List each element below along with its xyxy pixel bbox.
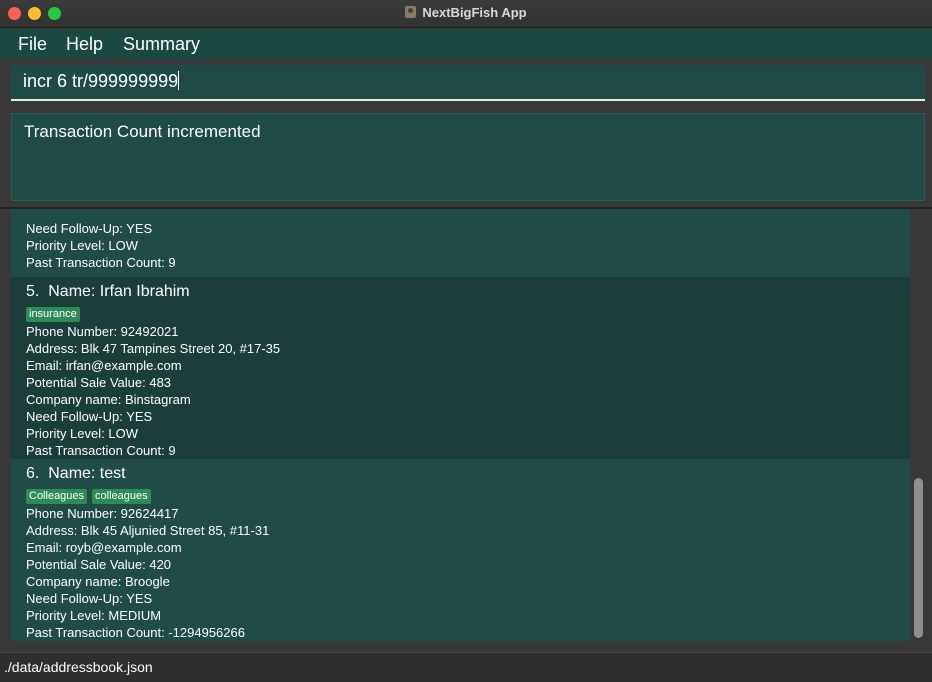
person-sale-value: Potential Sale Value: 483 bbox=[26, 375, 172, 390]
person-priority: Priority Level: MEDIUM bbox=[26, 608, 162, 623]
person-card[interactable]: 6. Name: test Colleagues colleagues Phone… bbox=[11, 459, 910, 641]
person-transaction-count: Past Transaction Count: 9 bbox=[26, 443, 176, 458]
person-tags: Colleagues colleagues bbox=[26, 487, 910, 505]
save-file-path: ./data/addressbook.json bbox=[4, 659, 153, 675]
person-sale-value: Potential Sale Value: 420 bbox=[26, 557, 172, 572]
person-tags: insurance bbox=[26, 305, 910, 323]
person-email: Email: irfan@example.com bbox=[26, 358, 182, 373]
person-index: 5. bbox=[26, 283, 40, 300]
person-company-partial bbox=[26, 209, 910, 220]
person-name: Name: test bbox=[48, 465, 126, 482]
person-follow-up: Need Follow-Up: YES bbox=[26, 221, 153, 236]
person-transaction-count: Past Transaction Count: -1294956266 bbox=[26, 625, 245, 640]
person-follow-up: Need Follow-Up: YES bbox=[26, 409, 153, 424]
scrollbar-thumb[interactable] bbox=[914, 478, 923, 638]
person-address: Address: Blk 45 Aljunied Street 85, #11-… bbox=[26, 523, 270, 538]
person-card[interactable]: Need Follow-Up: YES Priority Level: LOW … bbox=[11, 209, 910, 277]
status-bar: ./data/addressbook.json bbox=[0, 652, 932, 682]
person-phone: Phone Number: 92624417 bbox=[26, 506, 179, 521]
person-follow-up: Need Follow-Up: YES bbox=[26, 591, 153, 606]
window-title-container: NextBigFish App bbox=[0, 5, 932, 20]
window-title: NextBigFish App bbox=[422, 5, 527, 20]
person-address: Address: Blk 47 Tampines Street 20, #17-… bbox=[26, 341, 281, 356]
person-priority: Priority Level: LOW bbox=[26, 238, 138, 253]
person-name-row: 6. Name: test bbox=[26, 462, 910, 486]
person-list[interactable]: Need Follow-Up: YES Priority Level: LOW … bbox=[0, 209, 932, 652]
tag-badge: insurance bbox=[26, 307, 80, 322]
command-input-text: incr 6 tr/999999999 bbox=[23, 71, 179, 91]
title-bar: NextBigFish App bbox=[0, 0, 932, 28]
person-name: Name: Irfan Ibrahim bbox=[48, 283, 190, 300]
app-icon bbox=[405, 6, 417, 18]
menu-file[interactable]: File bbox=[18, 34, 47, 55]
person-index: 6. bbox=[26, 465, 40, 482]
person-phone: Phone Number: 92492021 bbox=[26, 324, 179, 339]
tag-badge: colleagues bbox=[92, 489, 151, 504]
person-priority: Priority Level: LOW bbox=[26, 426, 138, 441]
text-caret bbox=[178, 71, 180, 90]
person-company: Company name: Broogle bbox=[26, 574, 170, 589]
result-display: Transaction Count incremented bbox=[11, 113, 925, 201]
menu-help[interactable]: Help bbox=[66, 34, 103, 55]
command-input[interactable]: incr 6 tr/999999999 bbox=[11, 65, 925, 101]
tag-badge: Colleagues bbox=[26, 489, 88, 504]
person-email: Email: royb@example.com bbox=[26, 540, 182, 555]
menu-summary[interactable]: Summary bbox=[123, 34, 200, 55]
person-name-row: 5. Name: Irfan Ibrahim bbox=[26, 280, 910, 304]
result-area: Transaction Count incremented bbox=[0, 107, 932, 207]
person-card[interactable]: 5. Name: Irfan Ibrahim insurance Phone N… bbox=[11, 277, 910, 459]
person-transaction-count: Past Transaction Count: 9 bbox=[26, 255, 176, 270]
menu-bar: File Help Summary bbox=[0, 29, 932, 59]
command-area: incr 6 tr/999999999 bbox=[0, 59, 932, 107]
person-company: Company name: Binstagram bbox=[26, 392, 191, 407]
result-text: Transaction Count incremented bbox=[24, 122, 261, 141]
